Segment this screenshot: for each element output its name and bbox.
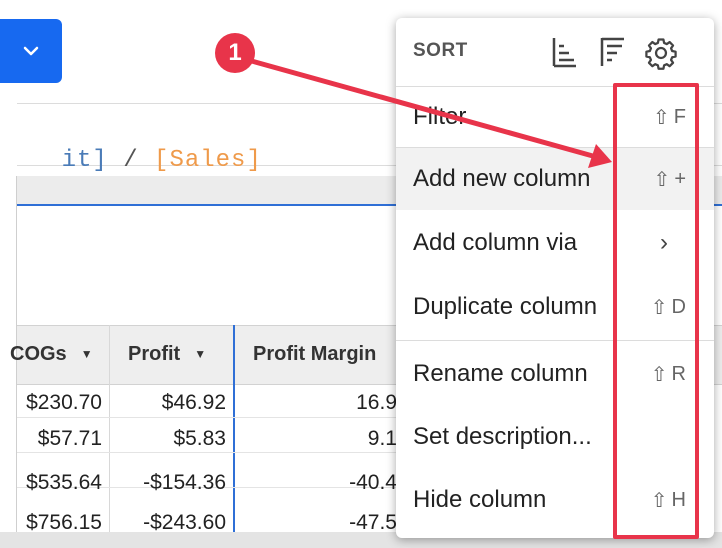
annotation-arrow (245, 57, 612, 168)
annotation-badge: 1 (215, 33, 255, 73)
